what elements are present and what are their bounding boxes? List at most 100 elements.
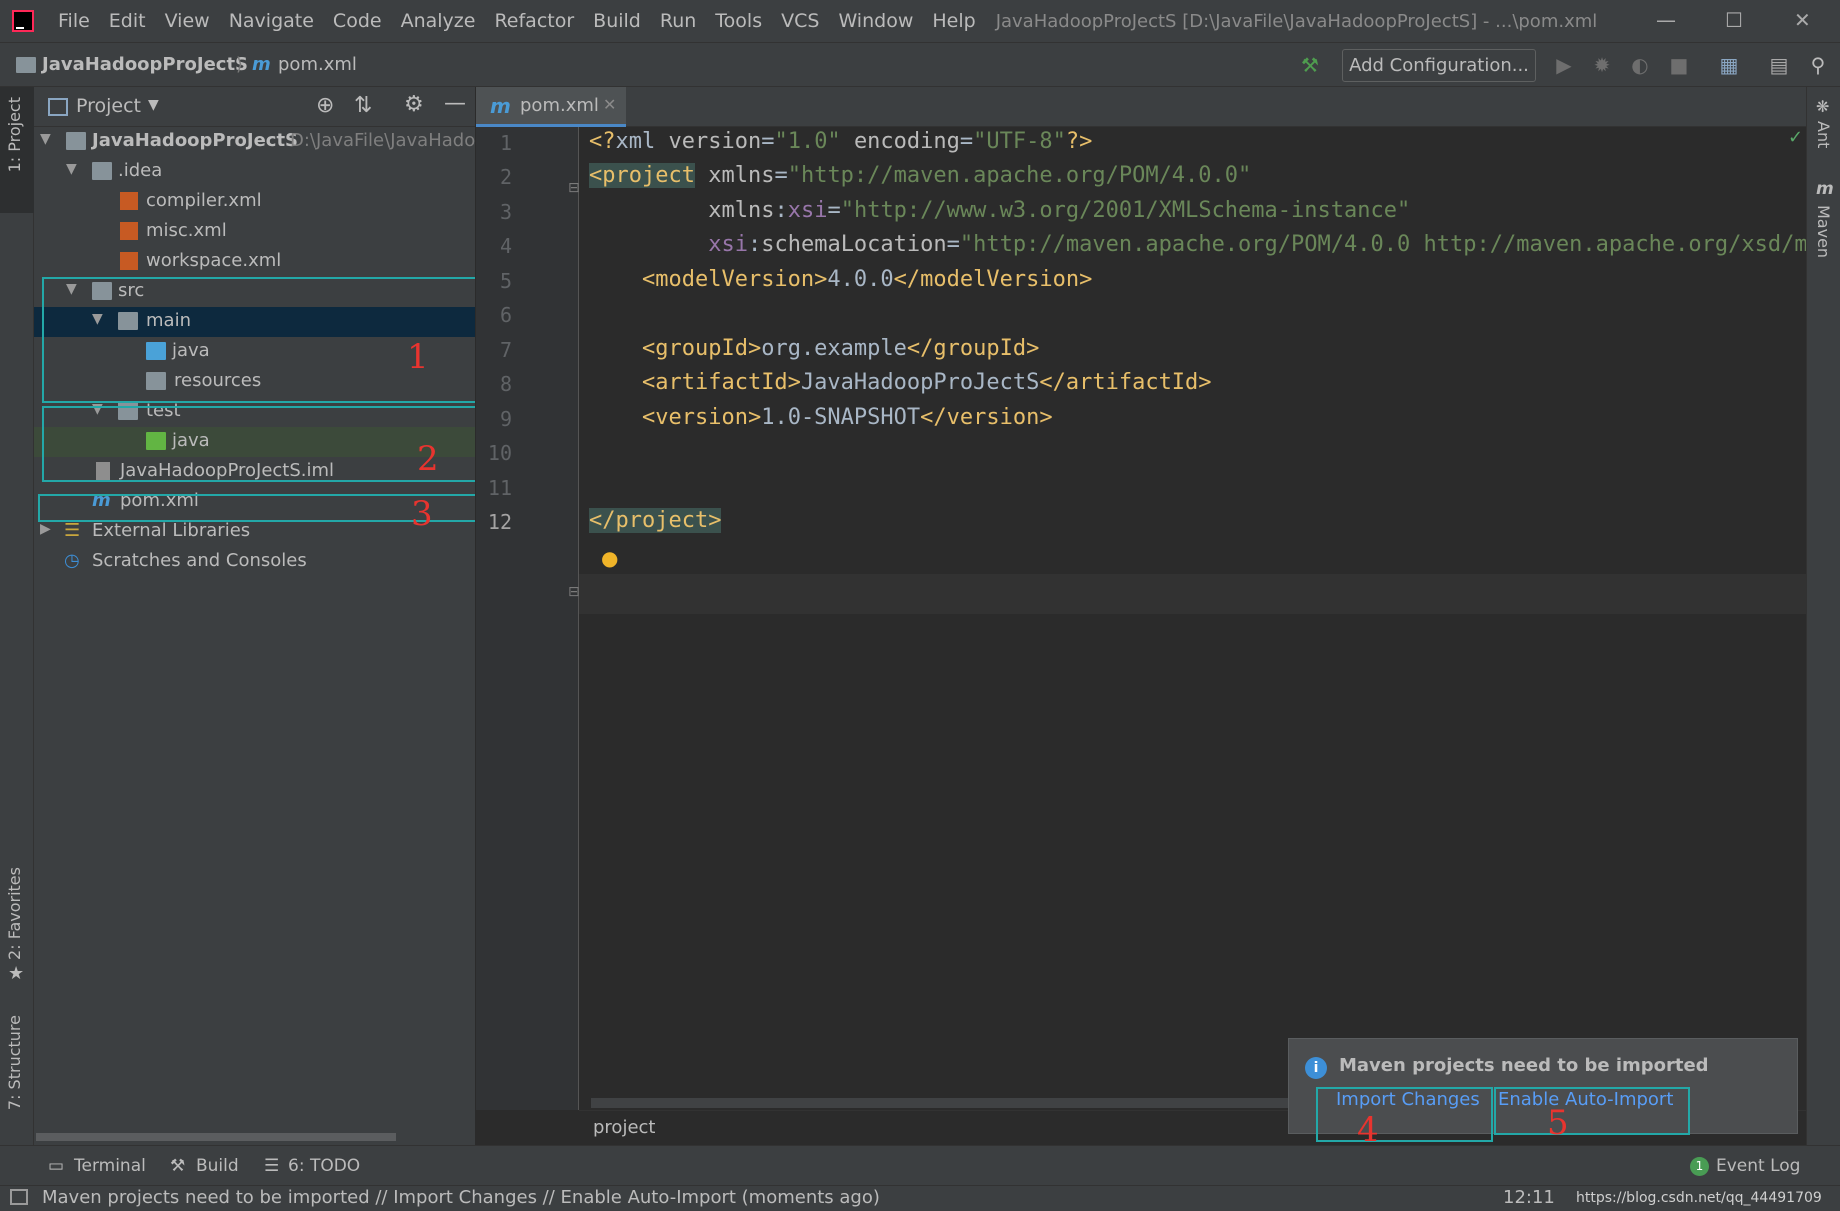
run-icon[interactable]: ▶: [1552, 53, 1576, 77]
caret-position[interactable]: 12:11: [1503, 1187, 1555, 1208]
code-token: :: [747, 232, 762, 257]
build-hammer-icon[interactable]: ⚒: [1298, 53, 1322, 77]
presentation-icon[interactable]: ▤: [1767, 53, 1791, 77]
toggle-tool-windows-icon[interactable]: [10, 1189, 28, 1205]
status-message[interactable]: Maven projects need to be imported // Im…: [42, 1187, 880, 1208]
editor-tab-pom-xml[interactable]: m pom.xml ✕: [476, 87, 626, 127]
chevron-down-icon[interactable]: ▼: [148, 97, 159, 113]
menu-window[interactable]: Window: [838, 10, 913, 32]
code-token: "UTF-8": [973, 129, 1066, 154]
terminal-tool-button[interactable]: Terminal: [74, 1156, 146, 1176]
tree-row-project-root[interactable]: ▼ JavaHadoopProJectS D:\JavaFile\JavaHad…: [34, 127, 475, 157]
editor-breadcrumb-project[interactable]: project: [593, 1117, 655, 1138]
favorites-tool-tab[interactable]: 2: Favorites: [5, 867, 24, 960]
code-editor[interactable]: <?xml version="1.0" encoding="UTF-8"?> <p…: [579, 127, 1806, 1110]
code-line[interactable]: xmlns:xsi="http://www.w3.org/2001/XMLSch…: [589, 198, 1410, 232]
code-line[interactable]: </project>: [589, 508, 722, 542]
editor-horizontal-scrollbar[interactable]: [591, 1098, 1291, 1108]
breadcrumb-separator-icon: ⟩: [236, 54, 244, 75]
horizontal-scrollbar[interactable]: [36, 1133, 396, 1141]
code-token: xsi: [708, 232, 748, 257]
locate-file-icon[interactable]: ⊕: [316, 93, 334, 118]
annotation-number-5: 5: [1547, 1103, 1569, 1143]
code-token: <groupId>: [641, 336, 762, 361]
tree-row-misc-xml[interactable]: misc.xml: [34, 217, 475, 247]
todo-tool-button[interactable]: 6: TODO: [288, 1156, 360, 1176]
menu-tools[interactable]: Tools: [715, 10, 762, 32]
code-token: =: [827, 198, 841, 223]
stop-icon[interactable]: ■: [1667, 53, 1691, 77]
project-folder-icon: [16, 57, 36, 73]
info-icon: i: [1305, 1057, 1327, 1079]
search-icon[interactable]: ⚲: [1806, 53, 1830, 77]
menu-analyze[interactable]: Analyze: [401, 10, 476, 32]
project-tool-tab[interactable]: 1: Project: [0, 87, 34, 213]
code-token: JavaHadoopProJectS: [800, 370, 1040, 395]
project-structure-icon[interactable]: ▦: [1717, 53, 1741, 77]
event-log-button[interactable]: Event Log: [1716, 1156, 1800, 1176]
menu-file[interactable]: File: [58, 10, 90, 32]
tree-row-scratches[interactable]: ◷ Scratches and Consoles: [34, 547, 475, 577]
menu-run[interactable]: Run: [660, 10, 696, 32]
code-line[interactable]: <project xmlns="http://maven.apache.org/…: [589, 163, 1251, 197]
minimize-icon[interactable]: —: [1656, 8, 1676, 32]
breadcrumb-file[interactable]: pom.xml: [278, 54, 357, 75]
line-number: 4: [499, 234, 512, 258]
menu-navigate[interactable]: Navigate: [229, 10, 314, 32]
expand-arrow-icon[interactable]: ▼: [40, 131, 51, 147]
menu-bar: File Edit View Navigate Code Analyze Ref…: [0, 0, 1840, 42]
maven-tool-tab[interactable]: Maven: [1814, 205, 1833, 258]
code-token: xsi: [787, 198, 828, 223]
code-token: :: [774, 198, 788, 223]
annotation-number-2: 2: [417, 439, 439, 479]
code-line[interactable]: <groupId>org.example</groupId>: [589, 336, 1039, 370]
gear-icon[interactable]: ⚙: [404, 92, 424, 117]
code-token: =: [774, 163, 788, 188]
add-configuration-button[interactable]: Add Configuration...: [1342, 49, 1536, 82]
tree-row-compiler-xml[interactable]: compiler.xml: [34, 187, 475, 217]
tree-row-workspace-xml[interactable]: workspace.xml: [34, 247, 475, 277]
hide-panel-icon[interactable]: —: [444, 91, 466, 116]
code-line[interactable]: <version>1.0-SNAPSHOT</version>: [589, 405, 1053, 439]
fold-marker-icon[interactable]: ⊟: [568, 180, 580, 196]
maven-file-icon: m: [490, 94, 511, 118]
debug-icon[interactable]: ✹: [1590, 53, 1614, 77]
build-tool-button[interactable]: Build: [196, 1156, 239, 1176]
code-token: <project: [589, 163, 695, 188]
tree-row-idea[interactable]: ▼ .idea: [34, 157, 475, 187]
collapse-all-icon[interactable]: ⇅: [354, 93, 372, 118]
code-line[interactable]: <modelVersion>4.0.0</modelVersion>: [589, 267, 1092, 301]
close-window-icon[interactable]: ✕: [1794, 8, 1811, 32]
lightbulb-icon[interactable]: ●: [601, 546, 618, 570]
ant-tool-tab[interactable]: Ant: [1814, 121, 1833, 148]
menu-edit[interactable]: Edit: [109, 10, 146, 32]
menu-refactor[interactable]: Refactor: [494, 10, 574, 32]
breadcrumb-project[interactable]: JavaHadoopProJectS: [42, 54, 248, 75]
coverage-icon[interactable]: ◐: [1628, 53, 1652, 77]
code-token: <version>: [641, 405, 762, 430]
maximize-icon[interactable]: ☐: [1725, 8, 1743, 32]
menu-view[interactable]: View: [165, 10, 210, 32]
code-line[interactable]: xsi:schemaLocation="http://maven.apache.…: [589, 232, 1806, 266]
tree-label: workspace.xml: [146, 250, 282, 271]
collapse-arrow-icon[interactable]: ▶: [40, 521, 51, 537]
code-line[interactable]: <?xml version="1.0" encoding="UTF-8"?>: [589, 129, 1092, 163]
close-tab-icon[interactable]: ✕: [603, 95, 616, 114]
menu-build[interactable]: Build: [593, 10, 641, 32]
expand-arrow-icon[interactable]: ▼: [66, 161, 77, 177]
xml-file-icon: [120, 252, 138, 270]
annotation-box-5: [1494, 1087, 1690, 1135]
fold-marker-icon[interactable]: ⊟: [568, 584, 580, 600]
watermark-url: https://blog.csdn.net/qq_44491709: [1576, 1190, 1822, 1206]
structure-tool-tab[interactable]: 7: Structure: [5, 1015, 24, 1110]
menu-vcs[interactable]: VCS: [781, 10, 819, 32]
right-tool-stripe: ❋ Ant m Maven: [1806, 87, 1840, 1145]
menu-code[interactable]: Code: [333, 10, 382, 32]
project-view-selector[interactable]: Project: [76, 95, 141, 117]
project-tool-label: 1: Project: [5, 97, 24, 173]
menu-help[interactable]: Help: [932, 10, 975, 32]
code-line[interactable]: <artifactId>JavaHadoopProJectS</artifact…: [589, 370, 1212, 404]
